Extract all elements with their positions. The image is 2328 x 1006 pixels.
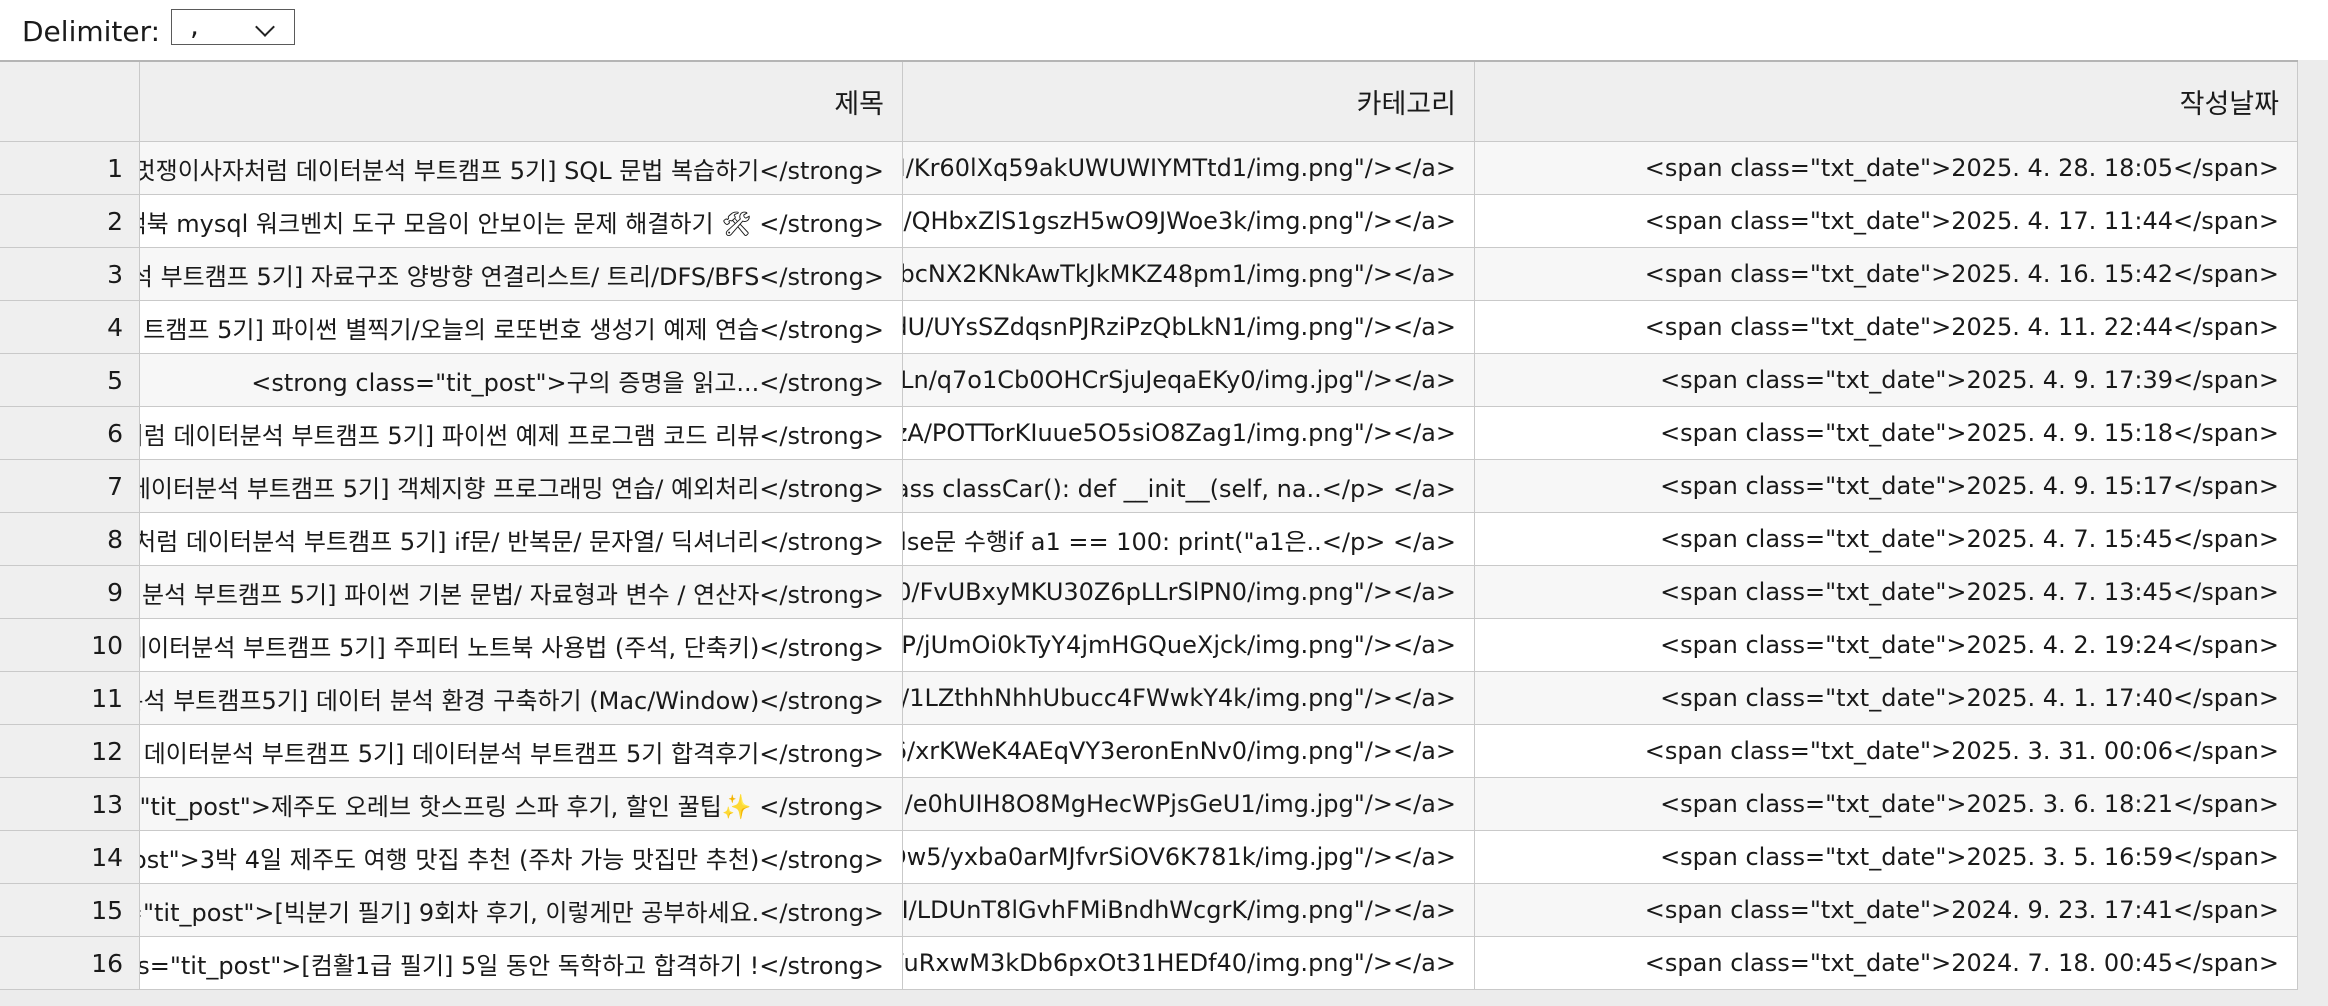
category-cell[interactable]: IRAJI/LDUnT8lGvhFMiBndhWcgrK/img.png"/><… bbox=[903, 884, 1475, 936]
date-cell[interactable]: <span class="txt_date">2025. 4. 7. 13:45… bbox=[1475, 566, 2298, 618]
row-index-cell: 9 bbox=[0, 566, 140, 618]
date-cell[interactable]: <span class="txt_date">2024. 9. 23. 17:4… bbox=[1475, 884, 2298, 936]
header-index bbox=[0, 62, 140, 141]
title-cell[interactable]: post">3박 4일 제주도 여행 맛집 추천 (주차 가능 맛집만 추천)<… bbox=[140, 831, 903, 883]
table-row[interactable]: 11 분석 부트캠프5기] 데이터 분석 환경 구축하기 (Mac/Window)… bbox=[0, 672, 2298, 725]
category-cell[interactable]: Ujda/QHbxZlS1gszH5wO9JWoe3k/img.png"/></… bbox=[903, 195, 1475, 247]
table-row[interactable]: 4 트캠프 5기] 파이썬 별찍기/오늘의 로또번호 생성기 예제 연습</str… bbox=[0, 301, 2298, 354]
chevron-down-icon bbox=[255, 17, 275, 37]
date-cell[interactable]: <span class="txt_date">2025. 4. 9. 17:39… bbox=[1475, 354, 2298, 406]
date-cell[interactable]: <span class="txt_date">2025. 4. 1. 17:40… bbox=[1475, 672, 2298, 724]
delimiter-value: , bbox=[190, 9, 199, 42]
table-row[interactable]: 10 데이터분석 부트캠프 5기] 주피터 노트북 사용법 (주석, 단축키)</… bbox=[0, 619, 2298, 672]
delimiter-label: Delimiter: bbox=[22, 15, 161, 48]
date-cell[interactable]: <span class="txt_date">2024. 7. 18. 00:4… bbox=[1475, 937, 2298, 989]
table-row[interactable]: 3석 부트캠프 5기] 자료구조 양방향 연결리스트/ 트리/DFS/BFS</… bbox=[0, 248, 2298, 301]
title-cell[interactable]: 처럼 데이터분석 부트캠프 5기] 파이썬 예제 프로그램 코드 리뷰</str… bbox=[140, 407, 903, 459]
title-cell[interactable]: class="tit_post">[컴활1급 필기] 5일 동안 독학하고 합격… bbox=[140, 937, 903, 989]
category-cell[interactable]: 1cTDw5/yxba0arMJfvrSiOV6K781k/img.jpg"/>… bbox=[903, 831, 1475, 883]
table-row[interactable]: 14 post">3박 4일 제주도 여행 맛집 추천 (주차 가능 맛집만 추천… bbox=[0, 831, 2298, 884]
row-index-cell: 3 bbox=[0, 248, 140, 300]
title-cell[interactable]: 트캠프 5기] 파이썬 별찍기/오늘의 로또번호 생성기 예제 연습</stro… bbox=[140, 301, 903, 353]
row-index-cell: 1 bbox=[0, 142, 140, 194]
header-date[interactable]: 작성날짜 bbox=[1475, 62, 2298, 141]
category-cell[interactable]: btt0/FvUBxyMKU30Z6pLLrSlPN0/img.png"/></… bbox=[903, 566, 1475, 618]
date-cell[interactable]: <span class="txt_date">2025. 4. 11. 22:4… bbox=[1475, 301, 2298, 353]
date-cell[interactable]: <span class="txt_date">2025. 4. 17. 11:4… bbox=[1475, 195, 2298, 247]
title-cell[interactable]: 분석 부트캠프5기] 데이터 분석 환경 구축하기 (Mac/Window)</… bbox=[140, 672, 903, 724]
delimiter-select[interactable]: , bbox=[171, 9, 295, 45]
row-index-cell: 11 bbox=[0, 672, 140, 724]
title-cell[interactable]: ss="tit_post">제주도 오레브 핫스프링 스파 후기, 할인 꿀팁✨… bbox=[140, 778, 903, 830]
table-row[interactable]: 15 ss="tit_post">[빅분기 필기] 9회차 후기, 이렇게만 공부… bbox=[0, 884, 2298, 937]
category-cell[interactable]: mmHzA/POTTorKIuue5O5siO8Zag1/img.png"/><… bbox=[903, 407, 1475, 459]
row-index-cell: 2 bbox=[0, 195, 140, 247]
title-cell[interactable]: ss="tit_post">[빅분기 필기] 9회차 후기, 이렇게만 공부하세… bbox=[140, 884, 903, 936]
toolbar: Delimiter: , bbox=[0, 0, 2328, 60]
category-cell[interactable]: Eyf6/xrKWeK4AEqVY3eronEnNv0/img.png"/></… bbox=[903, 725, 1475, 777]
date-cell[interactable]: <span class="txt_date">2025. 4. 7. 15:45… bbox=[1475, 513, 2298, 565]
title-cell[interactable]: 터분석 부트캠프 5기] 파이썬 기본 문법/ 자료형과 변수 / 연산자</s… bbox=[140, 566, 903, 618]
table-row[interactable]: 2 맥북 mysql 워크벤치 도구 모음이 안보이는 문제 해결하기 🛠 </s… bbox=[0, 195, 2298, 248]
row-index-cell: 4 bbox=[0, 301, 140, 353]
table-row[interactable]: 1 멋쟁이사자처럼 데이터분석 부트캠프 5기] SQL 문법 복습하기</str… bbox=[0, 142, 2298, 195]
table-row[interactable]: 9 터분석 부트캠프 5기] 파이썬 기본 문법/ 자료형과 변수 / 연산자</… bbox=[0, 566, 2298, 619]
category-cell[interactable]: NXui/e0hUIH8O8MgHecWPjsGeU1/img.jpg"/></… bbox=[903, 778, 1475, 830]
title-cell[interactable]: 데이터분석 부트캠프 5기] 주피터 노트북 사용법 (주석, 단축키)</st… bbox=[140, 619, 903, 671]
date-cell[interactable]: <span class="txt_date">2025. 4. 28. 18:0… bbox=[1475, 142, 2298, 194]
title-cell[interactable]: 데이터분석 부트캠프 5기] 객체지향 프로그래밍 연습/ 예외처리</stro… bbox=[140, 460, 903, 512]
row-index-cell: 13 bbox=[0, 778, 140, 830]
category-cell[interactable]: 생성class classCar(): def __init__(self, n… bbox=[903, 460, 1475, 512]
table-body: 1 멋쟁이사자처럼 데이터분석 부트캠프 5기] SQL 문법 복습하기</str… bbox=[0, 142, 2298, 990]
header-title[interactable]: 제목 bbox=[140, 62, 903, 141]
row-index-cell: 10 bbox=[0, 619, 140, 671]
table-row[interactable]: 12] 데이터분석 부트캠프 5기] 데이터분석 부트캠프 5기 합격후기</s… bbox=[0, 725, 2298, 778]
category-cell[interactable]: IRYN/Kr60lXq59akUWUWIYMTtd1/img.png"/></… bbox=[903, 142, 1475, 194]
row-index-cell: 6 bbox=[0, 407, 140, 459]
date-cell[interactable]: <span class="txt_date">2025. 3. 5. 16:59… bbox=[1475, 831, 2298, 883]
title-cell[interactable]: 맥북 mysql 워크벤치 도구 모음이 안보이는 문제 해결하기 🛠 </st… bbox=[140, 195, 903, 247]
title-cell[interactable]: 처럼 데이터분석 부트캠프 5기] if문/ 반복문/ 문자열/ 딕셔너리</s… bbox=[140, 513, 903, 565]
date-cell[interactable]: <span class="txt_date">2025. 4. 9. 15:18… bbox=[1475, 407, 2298, 459]
category-cell[interactable]: d50d/uRxwM3kDb6pxOt31HEDf40/img.png"/></… bbox=[903, 937, 1475, 989]
title-cell[interactable]: 석 부트캠프 5기] 자료구조 양방향 연결리스트/ 트리/DFS/BFS</s… bbox=[140, 248, 903, 300]
row-index-cell: 5 bbox=[0, 354, 140, 406]
row-index-cell: 7 bbox=[0, 460, 140, 512]
row-index-cell: 16 bbox=[0, 937, 140, 989]
category-cell[interactable]: XFpdU/UYsSZdqsnPJRziPzQbLkN1/img.png"/><… bbox=[903, 301, 1475, 353]
row-index-cell: 8 bbox=[0, 513, 140, 565]
date-cell[interactable]: <span class="txt_date">2025. 4. 16. 15:4… bbox=[1475, 248, 2298, 300]
date-cell[interactable]: <span class="txt_date">2025. 4. 9. 15:17… bbox=[1475, 460, 2298, 512]
row-index-cell: 12 bbox=[0, 725, 140, 777]
row-index-cell: 14 bbox=[0, 831, 140, 883]
data-table: 제목 카테고리 작성날짜 1 멋쟁이사자처럼 데이터분석 부트캠프 5기] SQL… bbox=[0, 60, 2298, 990]
table-row[interactable]: 16 class="tit_post">[컴활1급 필기] 5일 동안 독학하고 … bbox=[0, 937, 2298, 990]
row-index-cell: 15 bbox=[0, 884, 140, 936]
header-category[interactable]: 카테고리 bbox=[903, 62, 1475, 141]
date-cell[interactable]: <span class="txt_date">2025. 3. 31. 00:0… bbox=[1475, 725, 2298, 777]
category-cell[interactable]: QEeo/1LZthhNhhUbucc4FWwkY4k/img.png"/></… bbox=[903, 672, 1475, 724]
date-cell[interactable]: <span class="txt_date">2025. 3. 6. 18:21… bbox=[1475, 778, 2298, 830]
category-cell[interactable]: YzCJP/jUmOi0kTyY4jmHGQueXjck/img.png"/><… bbox=[903, 619, 1475, 671]
category-cell[interactable]: 하면 else문 수행if a1 == 100: print("a1은..</p… bbox=[903, 513, 1475, 565]
category-cell[interactable]: CpXlLn/q7o1Cb0OHCrSjuJeqaEKy0/img.jpg"/>… bbox=[903, 354, 1475, 406]
title-cell[interactable]: <strong class="tit_post">구의 증명을 읽고...</s… bbox=[140, 354, 903, 406]
table-row[interactable]: 7 데이터분석 부트캠프 5기] 객체지향 프로그래밍 연습/ 예외처리</str… bbox=[0, 460, 2298, 513]
table-header-row: 제목 카테고리 작성날짜 bbox=[0, 62, 2298, 142]
table-row[interactable]: 5 <strong class="tit_post">구의 증명을 읽고...</… bbox=[0, 354, 2298, 407]
category-cell[interactable]: lAo/bcNX2KNkAwTkJkMKZ48pm1/img.png"/></a… bbox=[903, 248, 1475, 300]
date-cell[interactable]: <span class="txt_date">2025. 4. 2. 19:24… bbox=[1475, 619, 2298, 671]
title-cell[interactable]: 멋쟁이사자처럼 데이터분석 부트캠프 5기] SQL 문법 복습하기</stro… bbox=[140, 142, 903, 194]
title-cell[interactable]: ] 데이터분석 부트캠프 5기] 데이터분석 부트캠프 5기 합격후기</str… bbox=[140, 725, 903, 777]
table-row[interactable]: 6 처럼 데이터분석 부트캠프 5기] 파이썬 예제 프로그램 코드 리뷰</st… bbox=[0, 407, 2298, 460]
table-row[interactable]: 8 처럼 데이터분석 부트캠프 5기] if문/ 반복문/ 문자열/ 딕셔너리</… bbox=[0, 513, 2298, 566]
table-row[interactable]: 13 ss="tit_post">제주도 오레브 핫스프링 스파 후기, 할인 꿀… bbox=[0, 778, 2298, 831]
